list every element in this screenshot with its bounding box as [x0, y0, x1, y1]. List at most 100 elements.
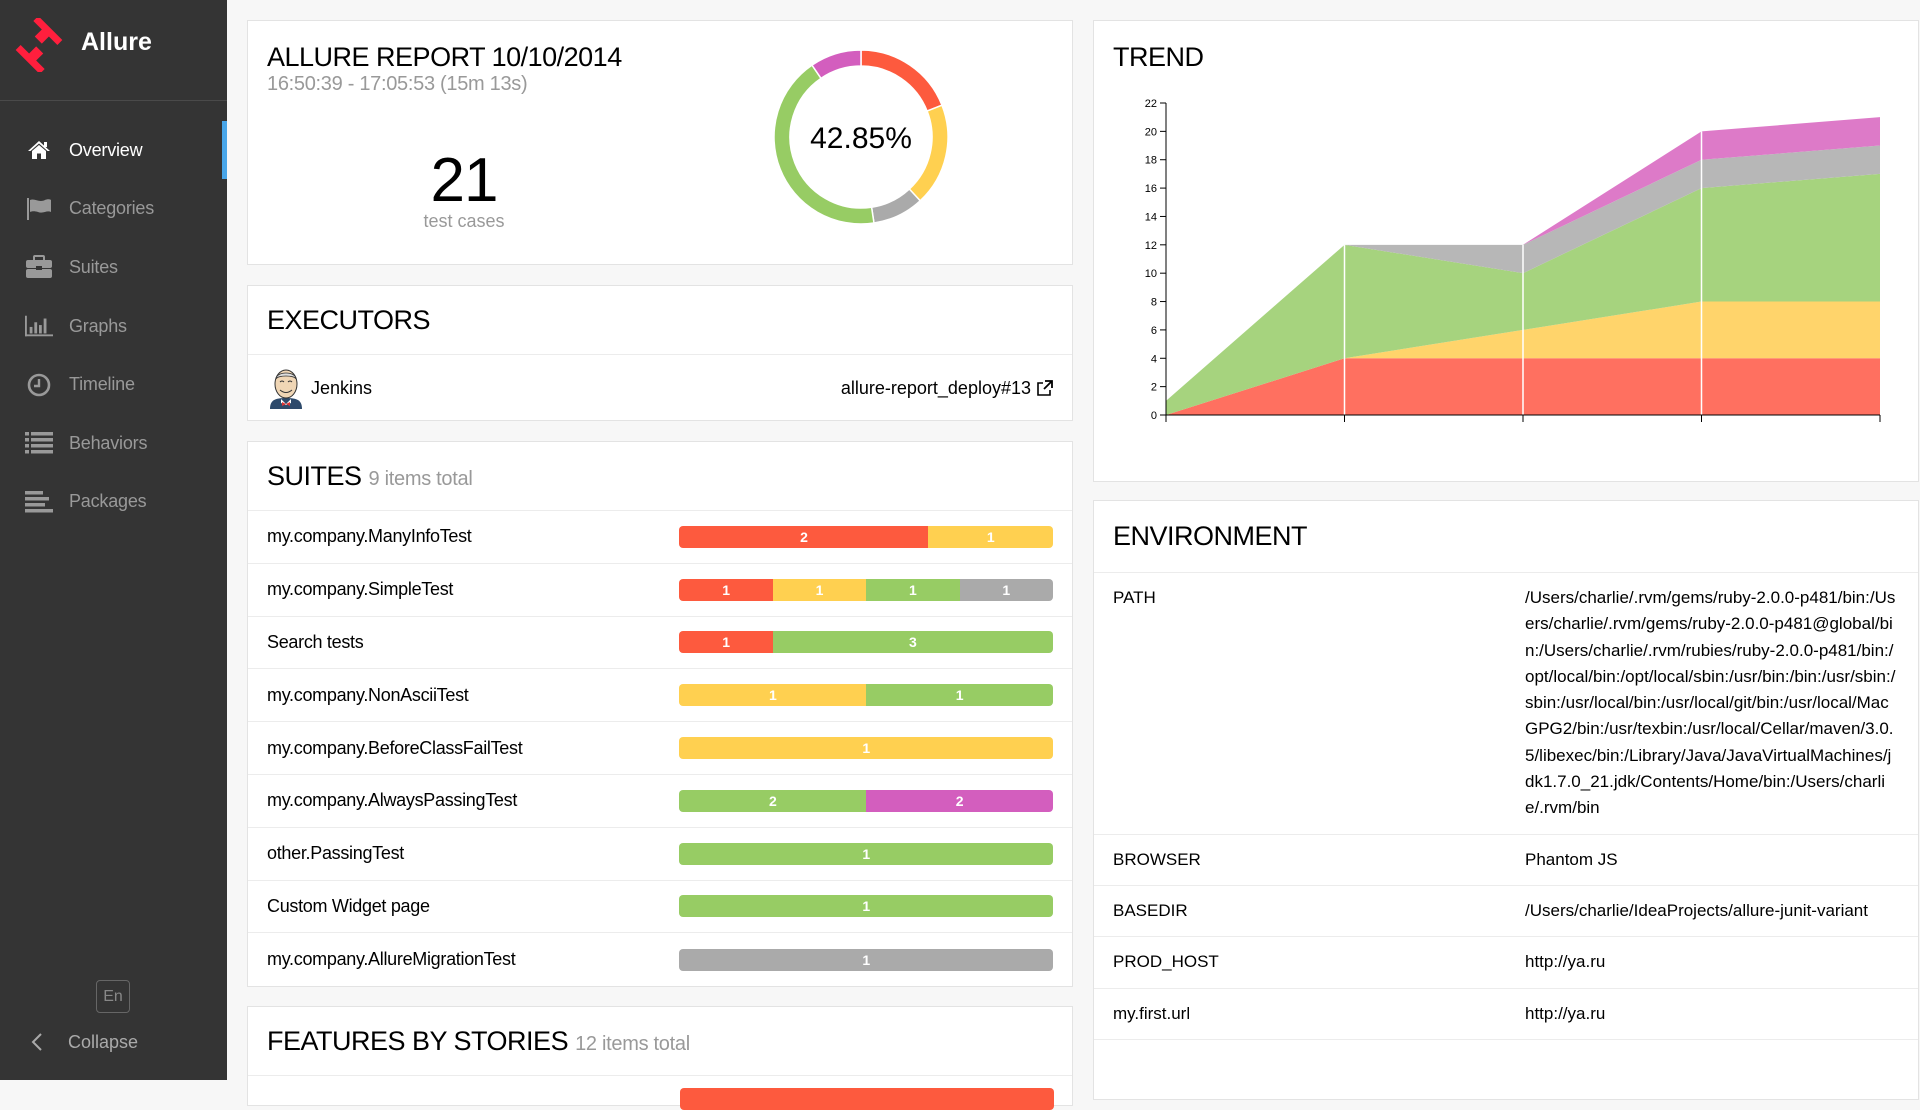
suite-status-bar: 1	[679, 737, 1053, 760]
y-tick-label: 18	[1145, 155, 1157, 167]
home-icon	[25, 138, 53, 162]
sidebar-item-behaviors[interactable]: Behaviors	[0, 414, 227, 473]
suite-row[interactable]: my.company.ManyInfoTest 2 1	[248, 511, 1072, 564]
sidebar-item-label: Behaviors	[69, 432, 148, 453]
suite-name: my.company.BeforeClassFailTest	[267, 737, 523, 758]
sidebar-item-suites[interactable]: Suites	[0, 238, 227, 297]
donut-slice-failed[interactable]	[860, 49, 943, 113]
trend-chart: 0 2 4 6 8 10 12 14 16 18 20 22	[1145, 98, 1881, 422]
environment-table: PATH/Users/charlie/.rvm/gems/ruby-2.0.0-…	[1094, 573, 1918, 1040]
collapse-label: Collapse	[68, 1031, 139, 1052]
suite-name: my.company.AllureMigrationTest	[267, 949, 516, 970]
sidebar-item-graphs[interactable]: Graphs	[0, 297, 227, 356]
trend-widget: 0 2 4 6 8 10 12 14 16 18 20 22 TREND	[1093, 20, 1919, 482]
sidebar: Allure Overview Categories Suites Graphs	[0, 0, 227, 1080]
status-segment-skipped[interactable]: 1	[959, 578, 1053, 601]
feature-status-bar[interactable]	[680, 1088, 1054, 1110]
donut-slice-skipped[interactable]	[870, 187, 922, 224]
environment-key: PATH	[1113, 588, 1156, 607]
status-segment-broken[interactable]: 1	[679, 684, 867, 707]
status-segment-unknown[interactable]: 2	[866, 789, 1053, 812]
status-segment-failed[interactable]: 1	[679, 631, 773, 654]
sidebar-item-label: Suites	[69, 256, 118, 277]
donut-slice-broken[interactable]	[908, 104, 949, 202]
language-selector-button[interactable]: En	[96, 980, 130, 1013]
suite-row[interactable]: Search tests 1 3	[248, 617, 1072, 670]
environment-widget: ENVIRONMENT PATH/Users/charlie/.rvm/gems…	[1093, 500, 1919, 1100]
status-segment-passed[interactable]: 1	[679, 895, 1053, 918]
environment-title: ENVIRONMENT	[1113, 521, 1308, 551]
report-time-range: 16:50:39 - 17:05:53 (15m 13s)	[267, 73, 528, 95]
y-tick-label: 8	[1151, 297, 1157, 309]
environment-key: BROWSER	[1113, 849, 1201, 869]
sidebar-item-packages[interactable]: Packages	[0, 473, 227, 532]
sidebar-nav: Overview Categories Suites Graphs Timeli…	[0, 121, 227, 531]
status-segment-broken[interactable]: 1	[679, 737, 1053, 760]
status-segment-skipped[interactable]: 1	[679, 948, 1053, 971]
bar-chart-icon	[25, 314, 53, 338]
report-title: ALLURE REPORT 10/10/2014	[267, 42, 622, 72]
suites-widget: SUITES 9 items total my.company.ManyInfo…	[247, 441, 1073, 987]
status-segment-passed[interactable]: 3	[772, 631, 1053, 654]
donut-slice-unknown[interactable]	[810, 49, 862, 80]
suite-status-bar: 1111	[679, 578, 1053, 601]
features-title-text: FEATURES BY STORIES	[267, 1025, 569, 1056]
suite-row[interactable]: my.company.AlwaysPassingTest 2 2	[248, 775, 1072, 828]
suites-title-text: SUITES	[267, 460, 362, 491]
environment-value: http://ya.ru	[1525, 1003, 1606, 1023]
suites-count: 9 items total	[368, 467, 473, 490]
environment-key: BASEDIR	[1113, 900, 1188, 920]
executor-build-link[interactable]: allure-report_deploy#13	[841, 378, 1053, 399]
suite-name: Search tests	[267, 631, 364, 652]
sidebar-item-overview[interactable]: Overview	[0, 121, 227, 180]
environment-row: my.first.url http://ya.ru	[1094, 989, 1918, 1040]
suite-row[interactable]: Custom Widget page 1	[248, 881, 1072, 934]
y-tick-label: 6	[1151, 325, 1157, 337]
suite-row[interactable]: other.PassingTest 1	[248, 828, 1072, 881]
environment-value: http://ya.ru	[1525, 952, 1606, 972]
status-segment-passed[interactable]: 2	[679, 789, 867, 812]
executors-title: EXECUTORS	[267, 304, 431, 335]
status-donut-chart: 42.85%	[773, 49, 949, 225]
chevron-left-icon	[31, 1033, 42, 1051]
trend-title: TREND	[1113, 42, 1204, 72]
status-segment-failed[interactable]: 1	[679, 578, 773, 601]
executor-build-label: allure-report_deploy#13	[840, 377, 1031, 398]
status-segment-broken[interactable]: 1	[772, 578, 867, 601]
suite-row[interactable]: my.company.BeforeClassFailTest 1	[248, 722, 1072, 775]
app-name: Allure	[81, 28, 152, 56]
briefcase-icon	[25, 255, 53, 279]
suite-row[interactable]: my.company.SimpleTest 1 1 1 1	[248, 564, 1072, 617]
suite-status-bar: 11	[679, 684, 1053, 707]
y-tick-label: 0	[1151, 410, 1157, 422]
success-rate: 42.85%	[810, 122, 912, 155]
suites-title: SUITES 9 items total	[267, 460, 473, 492]
sidebar-item-label: Graphs	[69, 315, 127, 336]
y-tick-label: 12	[1145, 240, 1157, 252]
status-segment-broken[interactable]: 1	[928, 525, 1053, 548]
jenkins-avatar-icon	[270, 369, 302, 409]
suite-row[interactable]: my.company.NonAsciiTest 1 1	[248, 669, 1072, 723]
environment-row: PROD_HOST http://ya.ru	[1094, 937, 1918, 989]
y-tick-label: 10	[1145, 268, 1157, 280]
align-left-icon	[25, 490, 53, 514]
status-segment-passed[interactable]: 1	[866, 684, 1053, 707]
executors-header: EXECUTORS	[248, 286, 1072, 355]
sidebar-item-categories[interactable]: Categories	[0, 180, 227, 239]
status-segment-passed[interactable]: 1	[866, 578, 960, 601]
status-segment-passed[interactable]: 1	[679, 842, 1053, 865]
suites-list: my.company.ManyInfoTest 2 1 my.company.Simp…	[248, 511, 1072, 986]
sidebar-item-timeline[interactable]: Timeline	[0, 355, 227, 414]
sidebar-item-label: Overview	[69, 139, 143, 160]
collapse-button[interactable]: Collapse	[30, 1029, 138, 1055]
y-tick-label: 4	[1151, 353, 1157, 365]
allure-logo-icon	[15, 18, 63, 72]
summary-widget: ALLURE REPORT 10/10/2014 16:50:39 - 17:0…	[247, 20, 1073, 265]
brand-header[interactable]: Allure	[0, 0, 227, 101]
environment-value: /Users/charlie/.rvm/gems/ruby-2.0.0-p481…	[1525, 588, 1896, 818]
environment-value: Phantom JS	[1525, 849, 1618, 869]
sidebar-item-label: Categories	[69, 198, 155, 219]
status-segment-failed[interactable]: 2	[679, 525, 929, 548]
suite-status-bar: 1	[679, 895, 1053, 918]
suite-row[interactable]: my.company.AllureMigrationTest 1	[248, 933, 1072, 986]
